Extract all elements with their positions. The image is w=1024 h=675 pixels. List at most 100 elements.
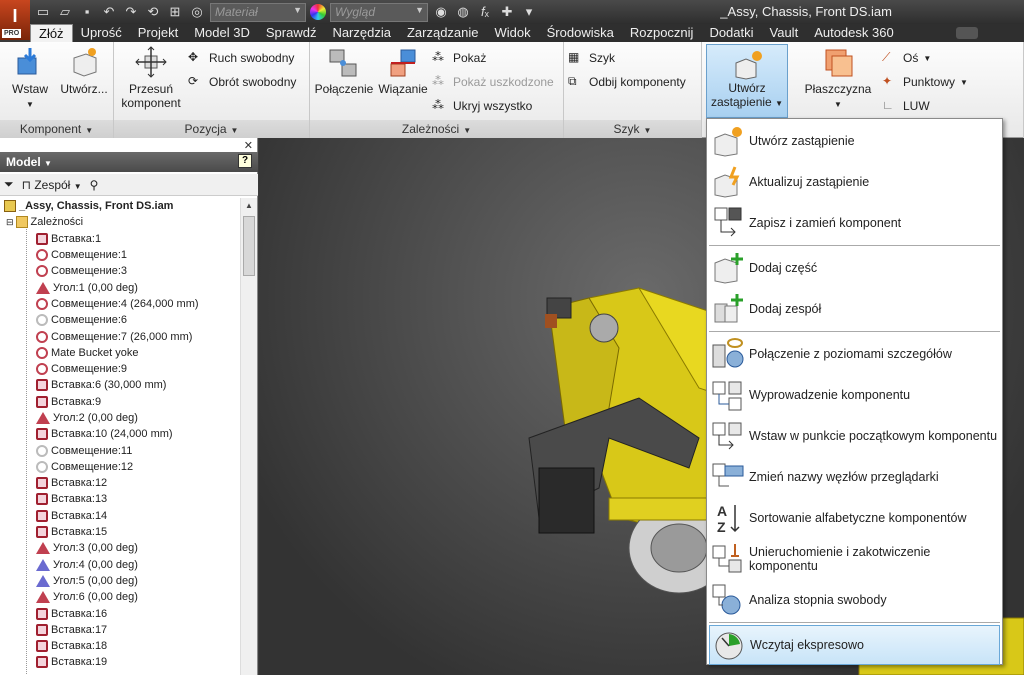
tree-node[interactable]: Вставка:12 [0,475,240,491]
group-label-komponent[interactable]: Komponent ▼ [0,120,113,138]
przesun-komponent-button[interactable]: Przesuń komponent [116,46,186,110]
tree-node[interactable]: Вставка:10 (24,000 mm) [0,426,240,442]
plus-icon[interactable]: ✚ [498,3,516,21]
filter-icon[interactable]: ⏷ [4,177,14,192]
menu-item-zmien-nazwy[interactable]: Zmień nazwy węzłów przeglądarki [709,457,1000,497]
material-combo[interactable]: Materiał ▼ [210,2,306,22]
plaszczyzna-button[interactable]: Płaszczyzna ▼ [802,46,874,112]
menu-item-dodaj-czesc[interactable]: Dodaj część [709,248,1000,288]
utworz-zastepienie-button[interactable]: Utwórz zastąpienie ▼ [706,44,788,118]
polaczenie-button[interactable]: Połączenie [314,46,374,96]
tab-vault[interactable]: Vault [762,24,807,42]
menu-item-polaczenie-lod[interactable]: Połączenie z poziomami szczegółów [709,334,1000,374]
tree-node[interactable]: Вставка:6 (30,000 mm) [0,377,240,393]
pokaz-uszkodzone-button[interactable]: ⁂ Pokaż uszkodzone [432,72,554,92]
tree-node[interactable]: Вставка:13 [0,491,240,507]
ruch-swobodny-button[interactable]: ✥ Ruch swobodny [188,48,294,68]
tree-node[interactable]: Совмещение:9 [0,361,240,377]
tree-node[interactable]: Вставка:16 [0,605,240,621]
find-icon[interactable]: ⚲ [90,178,99,192]
tree-node[interactable]: Угол:2 (0,00 deg) [0,410,240,426]
szyk-button[interactable]: ▦ Szyk [568,48,615,68]
tree-node[interactable]: Угол:5 (0,00 deg) [0,573,240,589]
tab-model-3d[interactable]: Model 3D [186,24,258,42]
tree-node[interactable]: Mate Bucket yoke [0,345,240,361]
redo-icon[interactable]: ↷ [122,3,140,21]
obrot-swobodny-button[interactable]: ⟳ Obrót swobodny [188,72,296,92]
tree-node[interactable]: Угол:4 (0,00 deg) [0,557,240,573]
save-icon[interactable]: ▪ [78,3,96,21]
group-label-zaleznosci[interactable]: Zależności ▼ [310,120,563,138]
ipro-icon[interactable]: ◎ [188,3,206,21]
tab-srodowiska[interactable]: Środowiska [539,24,622,42]
menu-item-sortowanie[interactable]: AZ Sortowanie alfabetyczne komponentów [709,498,1000,538]
os-button[interactable]: ⟋ Oś ▼ [882,48,931,68]
tree-node[interactable]: Совмещение:11 [0,442,240,458]
tree-node[interactable]: Вставка:19 [0,654,240,670]
qat-dropdown-icon[interactable]: ▾ [520,3,538,21]
menu-item-analiza-swobody[interactable]: Analiza stopnia swobody [709,580,1000,620]
tab-rozpocznij[interactable]: Rozpocznij [622,24,702,42]
menu-item-dodaj-zespol[interactable]: Dodaj zespół [709,289,1000,329]
tree-node[interactable]: Вставка:14 [0,508,240,524]
update-icon[interactable]: ⟲ [144,3,162,21]
menu-item-wczytaj-ekspresowo[interactable]: Wczytaj ekspresowo [709,625,1000,665]
browser-scrollbar[interactable]: ▲ [240,198,257,675]
ukryj-wszystko-button[interactable]: ⁂ Ukryj wszystko [432,96,532,116]
menu-item-utworz-zastepienie[interactable]: Utwórz zastąpienie [709,121,1000,161]
undo-icon[interactable]: ↶ [100,3,118,21]
tree-node[interactable]: Совмещение:7 (26,000 mm) [0,328,240,344]
fx-parameters-icon[interactable]: fₓ [476,3,494,21]
select-icon[interactable]: ⊞ [166,3,184,21]
tree-folder-zaleznosci[interactable]: ⊟ Zależności [0,214,240,230]
assembly-view-dropdown[interactable]: ⊓ Zespół ▼ [22,178,82,192]
group-label-szyk[interactable]: Szyk ▼ [564,120,701,138]
group-label-pozycja[interactable]: Pozycja ▼ [114,120,309,138]
application-menu-button[interactable]: I PRO [0,0,30,40]
tab-widok[interactable]: Widok [487,24,539,42]
clear-appearance-icon[interactable]: ◍ [454,3,472,21]
odbij-komponenty-button[interactable]: ⧉ Odbij komponenty [568,72,686,92]
tree-node[interactable]: Угол:1 (0,00 deg) [0,279,240,295]
punktowy-button[interactable]: ✦ Punktowy ▼ [882,72,968,92]
tree-node[interactable]: Совмещение:12 [0,459,240,475]
tab-autodesk-360[interactable]: Autodesk 360 [806,24,902,42]
tree-node[interactable]: Угол:6 (0,00 deg) [0,589,240,605]
tree-node[interactable]: Вставка:9 [0,394,240,410]
tab-narzedzia[interactable]: Narzędzia [324,24,399,42]
tree-node[interactable]: Вставка:18 [0,638,240,654]
tree-root[interactable]: _Assy, Chassis, Front DS.iam [0,198,240,214]
wstaw-button[interactable]: Wstaw ▼ [6,46,54,112]
wiazanie-button[interactable]: Wiązanie [376,46,430,96]
menu-item-aktualizuj-zastepienie[interactable]: Aktualizuj zastąpienie [709,162,1000,202]
tab-uprosc[interactable]: Uprość [73,24,130,42]
menu-item-unieruchomienie[interactable]: Unieruchomienie i zakotwiczenie komponen… [709,539,1000,579]
tree-node[interactable]: Совмещение:4 (264,000 mm) [0,296,240,312]
tree-node[interactable]: Вставка:1 [0,231,240,247]
tree-node[interactable]: Совмещение:3 [0,263,240,279]
luw-button[interactable]: ∟ LUW [882,96,930,116]
scroll-thumb[interactable] [243,216,255,276]
ribbon-minimize-toggle[interactable] [956,27,978,39]
menu-item-wstaw-w-punkcie[interactable]: Wstaw w punkcie początkowym komponentu [709,416,1000,456]
tab-projekt[interactable]: Projekt [130,24,186,42]
help-icon[interactable]: ? [238,154,252,168]
tab-dodatki[interactable]: Dodatki [701,24,761,42]
tab-zarzadzanie[interactable]: Zarządzanie [399,24,487,42]
menu-item-wyprowadzenie[interactable]: Wyprowadzenie komponentu [709,375,1000,415]
tab-sprawdz[interactable]: Sprawdź [258,24,325,42]
pokaz-button[interactable]: ⁂ Pokaż [432,48,486,68]
tree-node[interactable]: Угол:3 (0,00 deg) [0,540,240,556]
open-file-icon[interactable]: ▱ [56,3,74,21]
appearance-combo[interactable]: Wygląd ▼ [330,2,428,22]
new-file-icon[interactable]: ▭ [34,3,52,21]
tree-node[interactable]: Вставка:17 [0,622,240,638]
close-icon[interactable]: ✕ [244,139,253,152]
tree-node[interactable]: Вставка:15 [0,524,240,540]
scroll-up-icon[interactable]: ▲ [241,198,257,214]
utworz-button[interactable]: Utwórz... [58,46,110,96]
tree-node[interactable]: Совмещение:1 [0,247,240,263]
tab-zloz[interactable]: Złóż [30,24,73,42]
menu-item-zapisz-zamien[interactable]: Zapisz i zamień komponent [709,203,1000,243]
browser-header[interactable]: Model ▼ ? [0,152,258,172]
